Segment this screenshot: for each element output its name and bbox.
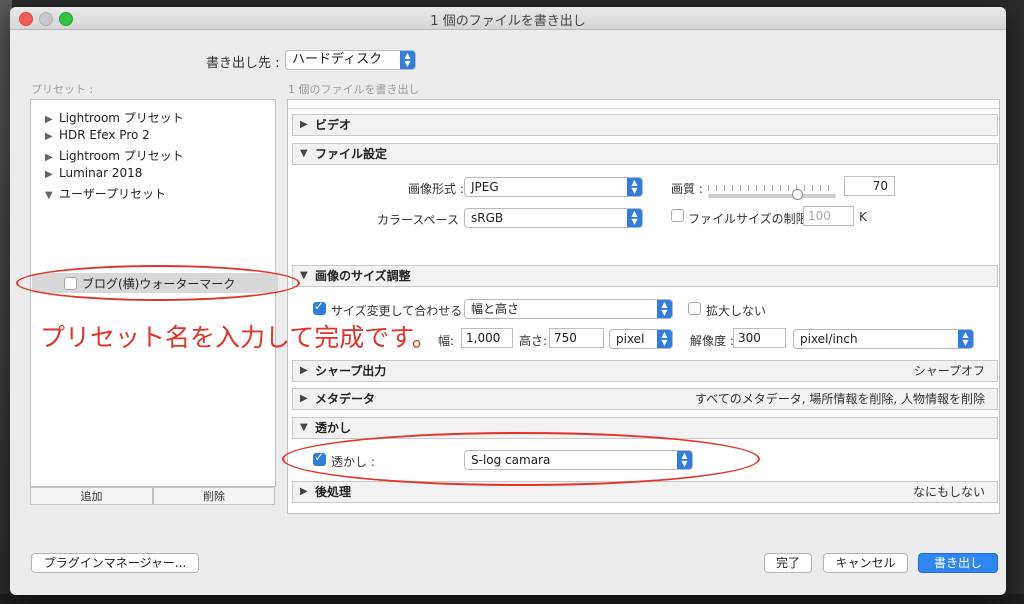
disclosure-right-icon: ▶ <box>45 114 53 125</box>
preset-folder-lightroom-2[interactable]: ▶ Lightroom プリセット <box>45 147 184 164</box>
disclosure-right-icon: ▶ <box>300 393 308 404</box>
preset-folder-luminar[interactable]: ▶ Luminar 2018 <box>45 166 142 180</box>
desktop-filmstrip <box>0 594 1024 604</box>
resize-to-fit-checkbox[interactable] <box>313 299 326 315</box>
height-field[interactable]: 750 <box>549 328 604 348</box>
resolution-unit-select[interactable]: pixel/inch ▲ ▼ <box>793 329 974 349</box>
disclosure-down-icon: ▼ <box>300 422 308 433</box>
limit-file-size-field[interactable]: 100 <box>803 206 854 226</box>
dont-enlarge-label: 拡大しない <box>706 304 767 318</box>
section-video[interactable]: ▶ ビデオ <box>292 114 998 136</box>
disclosure-down-icon: ▼ <box>300 148 308 159</box>
size-unit-select[interactable]: pixel ▲ ▼ <box>609 329 673 349</box>
export-button[interactable]: 書き出し <box>918 553 998 573</box>
disclosure-down-icon: ▼ <box>45 190 53 201</box>
delete-preset-button[interactable]: 削除 <box>153 487 275 505</box>
resolution-field[interactable]: 300 <box>733 328 786 348</box>
chevron-updown-icon: ▲ ▼ <box>400 51 415 69</box>
limit-file-size-checkbox[interactable] <box>671 209 684 222</box>
width-field[interactable]: 1,000 <box>461 328 513 348</box>
height-label: 高さ: <box>519 334 548 348</box>
dont-enlarge-checkbox[interactable] <box>688 302 701 315</box>
presets-label: プリセット : <box>31 83 94 96</box>
quality-slider-ticks <box>708 185 836 191</box>
panel-caption: 1 個のファイルを書き出し <box>288 83 420 96</box>
resize-mode-select[interactable]: 幅と高さ ▲ ▼ <box>464 299 673 319</box>
disclosure-right-icon: ▶ <box>45 169 53 180</box>
export-to-label: 書き出し先 : <box>206 56 280 71</box>
width-label: 幅: <box>438 334 455 348</box>
export-dialog: 1 個のファイルを書き出し 書き出し先 : ハードディスク ▲ ▼ プリセット :… <box>10 7 1006 595</box>
scrolled-section-edge <box>288 100 999 109</box>
disclosure-down-icon: ▼ <box>300 270 308 281</box>
title-bar: 1 個のファイルを書き出し <box>10 7 1006 30</box>
quality-slider[interactable] <box>708 194 836 198</box>
done-button[interactable]: 完了 <box>764 553 812 573</box>
image-format-label: 画像形式 : <box>408 182 464 196</box>
disclosure-right-icon: ▶ <box>45 131 53 142</box>
colorspace-select[interactable]: sRGB ▲ ▼ <box>464 208 643 228</box>
desktop-background-right <box>1006 0 1024 604</box>
window-title: 1 個のファイルを書き出し <box>430 14 586 29</box>
disclosure-right-icon: ▶ <box>300 486 308 497</box>
preset-folder-lightroom-1[interactable]: ▶ Lightroom プリセット <box>45 109 184 126</box>
export-to-value: ハードディスク <box>292 52 383 67</box>
annotation-text: プリセット名を入力して完成です。 <box>40 323 437 352</box>
annotation-ellipse-watermark <box>282 432 760 486</box>
resize-to-fit-label: サイズ変更して合わせる : <box>331 304 471 318</box>
section-file-settings[interactable]: ▼ ファイル設定 <box>292 143 998 165</box>
preset-folder-user[interactable]: ▼ ユーザープリセット <box>45 185 166 202</box>
limit-file-size-label: ファイルサイズの制限 : <box>688 212 816 226</box>
preset-folder-hdr-efex[interactable]: ▶ HDR Efex Pro 2 <box>45 128 150 142</box>
quality-field[interactable]: 70 <box>844 176 895 196</box>
chevron-updown-icon: ▲ ▼ <box>958 330 973 348</box>
plugin-manager-button[interactable]: プラグインマネージャー... <box>31 553 199 573</box>
colorspace-label: カラースペース : <box>377 213 467 227</box>
image-format-select[interactable]: JPEG ▲ ▼ <box>464 177 643 197</box>
section-sharpening[interactable]: ▶ シャープ出力 シャープオフ <box>292 360 998 382</box>
add-preset-button[interactable]: 追加 <box>30 487 153 505</box>
cancel-button[interactable]: キャンセル <box>823 553 908 573</box>
section-metadata[interactable]: ▶ メタデータ すべてのメタデータ, 場所情報を削除, 人物情報を削除 <box>292 388 998 410</box>
quality-slider-thumb[interactable] <box>792 189 804 200</box>
disclosure-right-icon: ▶ <box>45 152 53 163</box>
export-to-select[interactable]: ハードディスク ▲ ▼ <box>285 50 416 70</box>
quality-label: 画質 : <box>671 182 703 196</box>
disclosure-right-icon: ▶ <box>300 119 308 130</box>
resolution-label: 解像度 : <box>690 334 734 348</box>
section-post-processing[interactable]: ▶ 後処理 なにもしない <box>292 481 998 503</box>
disclosure-right-icon: ▶ <box>300 365 308 376</box>
limit-file-size-unit: K <box>859 210 867 224</box>
chevron-updown-icon: ▲ ▼ <box>627 178 642 196</box>
annotation-ellipse-preset <box>16 265 300 301</box>
section-image-sizing[interactable]: ▼ 画像のサイズ調整 <box>292 265 998 287</box>
chevron-updown-icon: ▲ ▼ <box>657 300 672 318</box>
chevron-updown-icon: ▲ ▼ <box>657 330 672 348</box>
chevron-updown-icon: ▲ ▼ <box>627 209 642 227</box>
